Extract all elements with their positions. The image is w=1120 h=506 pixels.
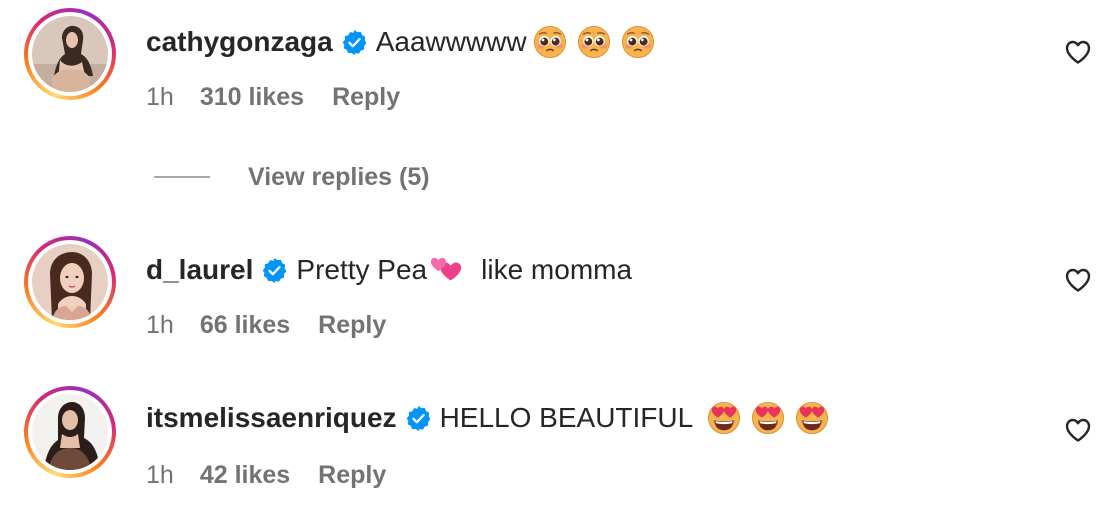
avatar-story-ring[interactable]	[24, 236, 116, 328]
heart-eyes-emoji	[751, 401, 785, 435]
comment-text: Aaawwwww	[375, 26, 527, 57]
avatar-story-ring[interactable]	[24, 8, 116, 100]
heart-eyes-emoji	[795, 401, 829, 435]
verified-badge-icon	[341, 29, 368, 56]
comment-body: cathygonzaga Aaawwwww	[146, 22, 655, 62]
comment-timestamp: 1h	[146, 82, 174, 111]
verified-badge-icon	[261, 257, 288, 284]
username-link[interactable]: d_laurel	[146, 254, 253, 286]
like-heart-icon[interactable]	[1064, 38, 1092, 66]
pleading-face-emoji	[621, 25, 655, 59]
comment-text: HELLO BEAUTIFUL	[439, 402, 694, 433]
comment-text-continued: like momma	[481, 254, 633, 285]
like-heart-icon[interactable]	[1064, 416, 1092, 444]
comments-list: cathygonzaga Aaawwwww 1h 310 likes Reply…	[0, 0, 1120, 506]
avatar[interactable]	[32, 394, 108, 470]
likes-count[interactable]: 42 likes	[200, 461, 290, 490]
comment-timestamp: 1h	[146, 310, 174, 339]
comment-meta: 1h 66 likes Reply	[146, 308, 386, 342]
replies-divider	[154, 176, 210, 178]
comment-timestamp: 1h	[146, 460, 174, 489]
avatar-story-ring[interactable]	[24, 386, 116, 478]
comment-text: Pretty Pea	[296, 254, 428, 285]
username-link[interactable]: itsmelissaenriquez	[146, 402, 397, 434]
comment-meta: 1h 310 likes Reply	[146, 80, 400, 114]
reply-button[interactable]: Reply	[318, 461, 386, 490]
pleading-face-emoji	[533, 25, 567, 59]
comment-body: itsmelissaenriquez HELLO BEAUTIFUL	[146, 398, 829, 438]
view-replies-button[interactable]: View replies (5)	[146, 160, 430, 194]
username-link[interactable]: cathygonzaga	[146, 26, 333, 58]
like-heart-icon[interactable]	[1064, 266, 1092, 294]
reply-button[interactable]: Reply	[318, 311, 386, 340]
reply-button[interactable]: Reply	[332, 83, 400, 112]
likes-count[interactable]: 66 likes	[200, 311, 290, 340]
heart-eyes-emoji	[707, 401, 741, 435]
comment-meta: 1h 42 likes Reply	[146, 458, 386, 492]
view-replies-label: View replies (5)	[248, 162, 430, 191]
pleading-face-emoji	[577, 25, 611, 59]
verified-badge-icon	[405, 405, 432, 432]
two-hearts-emoji	[429, 253, 463, 287]
likes-count[interactable]: 310 likes	[200, 83, 304, 112]
comment-body: d_laurel Pretty Pea like momma	[146, 250, 632, 290]
avatar[interactable]	[32, 244, 108, 320]
avatar[interactable]	[32, 16, 108, 92]
